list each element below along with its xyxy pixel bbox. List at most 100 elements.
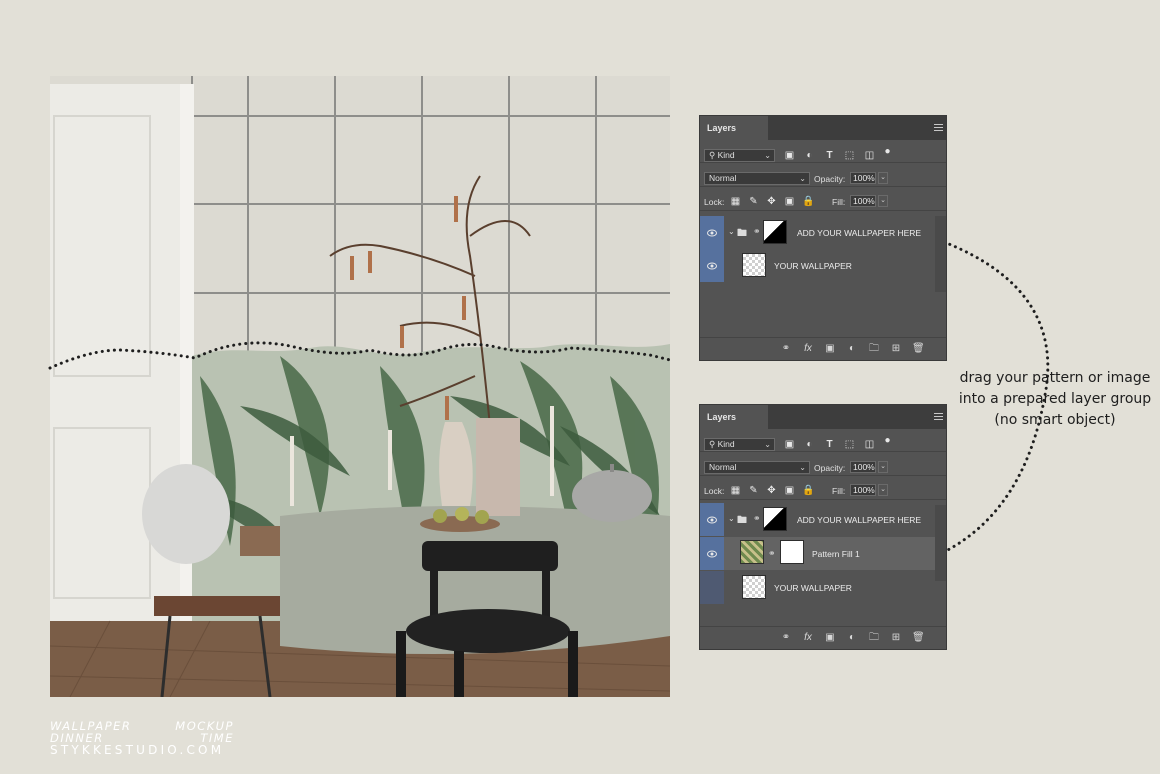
layer-row-wallpaper[interactable]: YOUR WALLPAPER <box>700 571 935 604</box>
new-layer-icon[interactable]: ⊞ <box>890 343 902 355</box>
chain-link-icon: ⚭ <box>753 513 761 523</box>
kind-value: Kind <box>717 150 735 160</box>
layer-row-group[interactable]: ⌄ 🖿 ⚭ ADD YOUR WALLPAPER HERE <box>700 216 935 249</box>
opacity-field[interactable]: 100% <box>850 461 876 473</box>
fill-field[interactable]: 100% <box>850 484 876 496</box>
visibility-toggle[interactable] <box>700 249 724 282</box>
eye-icon <box>707 229 717 236</box>
lock-all-icon[interactable]: 🔒 <box>802 196 814 207</box>
lock-label: Lock: <box>704 486 725 496</box>
layer-thumbnail <box>742 253 766 277</box>
fill-field[interactable]: 100% <box>850 195 876 207</box>
chain-link-icon: ⚭ <box>768 548 776 558</box>
mask-icon[interactable]: ▣ <box>824 343 836 355</box>
visibility-toggle[interactable] <box>700 571 724 604</box>
caption-line-1: drag your pattern or image <box>959 370 1151 386</box>
image-filter-icon[interactable]: ▣ <box>784 150 795 161</box>
adjustment-layer-icon[interactable]: ◐ <box>846 343 858 355</box>
shape-filter-icon[interactable]: ⬚ <box>844 150 855 161</box>
layer-row-group[interactable]: ⌄ 🖿 ⚭ ADD YOUR WALLPAPER HERE <box>700 503 935 536</box>
lock-pixels-icon[interactable]: ✎ <box>748 485 759 496</box>
delete-layer-icon[interactable]: 🗑 <box>912 632 925 644</box>
mask-thumbnail <box>780 540 804 564</box>
lock-position-icon[interactable]: ✥ <box>766 485 777 496</box>
layers-scrollbar[interactable] <box>935 216 946 292</box>
smart-object-filter-icon[interactable]: ◫ <box>864 439 875 450</box>
brand-footer: WALLPAPER MOCKUP DINNER TIME STYKKESTUDI… <box>50 720 234 756</box>
visibility-toggle[interactable] <box>700 537 724 570</box>
fx-icon[interactable]: fx <box>802 632 814 644</box>
tab-layers[interactable]: Layers <box>700 405 768 429</box>
lock-position-icon[interactable]: ✥ <box>766 196 777 207</box>
kind-value: Kind <box>717 439 735 449</box>
new-group-icon[interactable]: 🗀 <box>868 343 880 355</box>
adjustment-filter-icon[interactable]: ◐ <box>804 150 815 161</box>
layer-thumbnail <box>742 575 766 599</box>
filter-toggle-icon[interactable]: ● <box>882 146 893 157</box>
layer-row-pattern-fill[interactable]: ⚭ Pattern Fill 1 <box>700 537 935 570</box>
filter-row: ⚲ Kind ⌄ ▣ ◐ T ⬚ ◫ ● <box>700 140 946 163</box>
link-layers-icon[interactable]: ⚭ <box>780 343 792 355</box>
delete-layer-icon[interactable]: 🗑 <box>912 343 925 355</box>
panel-menu-icon[interactable] <box>934 124 943 133</box>
fx-icon[interactable]: fx <box>802 343 814 355</box>
adjustment-layer-icon[interactable]: ◐ <box>846 632 858 644</box>
lock-pixels-icon[interactable]: ✎ <box>748 196 759 207</box>
layer-name: Pattern Fill 1 <box>812 548 860 559</box>
lock-label: Lock: <box>704 197 725 207</box>
blend-mode-select[interactable]: Normal ⌄ <box>704 461 810 474</box>
lock-artboard-icon[interactable]: ▣ <box>784 196 795 207</box>
blend-mode-select[interactable]: Normal ⌄ <box>704 172 810 185</box>
layer-name: YOUR WALLPAPER <box>774 582 852 593</box>
eye-icon <box>707 550 717 557</box>
kind-select[interactable]: ⚲ Kind ⌄ <box>704 149 775 162</box>
filter-row: ⚲ Kind ⌄ ▣ ◐ T ⬚ ◫ ● <box>700 429 946 452</box>
layer-name: YOUR WALLPAPER <box>774 260 852 271</box>
group-mask-thumbnail <box>763 220 787 244</box>
blend-row: Normal ⌄ Opacity: 100% ⌄ <box>700 164 946 187</box>
visibility-toggle[interactable] <box>700 216 724 249</box>
panel-menu-icon[interactable] <box>934 413 943 422</box>
shape-filter-icon[interactable]: ⬚ <box>844 439 855 450</box>
chevron-down-icon: ⌄ <box>764 151 771 160</box>
blend-mode-value: Normal <box>709 173 737 183</box>
new-layer-icon[interactable]: ⊞ <box>890 632 902 644</box>
adjustment-filter-icon[interactable]: ◐ <box>804 439 815 450</box>
opacity-label: Opacity: <box>814 463 846 473</box>
panel-tabbar: Layers <box>700 116 946 140</box>
image-filter-icon[interactable]: ▣ <box>784 439 795 450</box>
type-filter-icon[interactable]: T <box>824 439 835 450</box>
expand-chevron-icon[interactable]: ⌄ <box>728 514 735 523</box>
type-filter-icon[interactable]: T <box>824 150 835 161</box>
visibility-toggle[interactable] <box>700 503 724 536</box>
fill-label: Fill: <box>832 486 846 496</box>
opacity-chevron-icon[interactable]: ⌄ <box>878 172 888 184</box>
blend-row: Normal ⌄ Opacity: 100% ⌄ <box>700 453 946 476</box>
filter-toggle-icon[interactable]: ● <box>882 435 893 446</box>
smart-object-filter-icon[interactable]: ◫ <box>864 150 875 161</box>
lock-transparent-icon[interactable]: ▦ <box>730 485 741 496</box>
tab-layers[interactable]: Layers <box>700 116 768 140</box>
lock-artboard-icon[interactable]: ▣ <box>784 485 795 496</box>
mask-icon[interactable]: ▣ <box>824 632 836 644</box>
blend-mode-value: Normal <box>709 462 737 472</box>
layers-panel-bottom: Layers ⚲ Kind ⌄ ▣ ◐ T ⬚ ◫ ● Normal ⌄ Opa… <box>700 405 946 649</box>
layers-scrollbar[interactable] <box>935 505 946 581</box>
fill-chevron-icon[interactable]: ⌄ <box>878 195 888 207</box>
opacity-field[interactable]: 100% <box>850 172 876 184</box>
caption-line-3: (no smart object) <box>994 412 1116 428</box>
lock-transparent-icon[interactable]: ▦ <box>730 196 741 207</box>
panel-bottom-toolbar: ⚭ fx ▣ ◐ 🗀 ⊞ 🗑 <box>700 626 946 649</box>
new-group-icon[interactable]: 🗀 <box>868 632 880 644</box>
opacity-chevron-icon[interactable]: ⌄ <box>878 461 888 473</box>
kind-select[interactable]: ⚲ Kind ⌄ <box>704 438 775 451</box>
link-layers-icon[interactable]: ⚭ <box>780 632 792 644</box>
layer-row-wallpaper[interactable]: YOUR WALLPAPER <box>700 249 935 282</box>
layer-name: ADD YOUR WALLPAPER HERE <box>797 227 922 238</box>
chevron-down-icon: ⌄ <box>764 440 771 449</box>
expand-chevron-icon[interactable]: ⌄ <box>728 227 735 236</box>
folder-icon: 🖿 <box>737 228 747 239</box>
chevron-down-icon: ⌄ <box>799 174 806 183</box>
fill-chevron-icon[interactable]: ⌄ <box>878 484 888 496</box>
lock-all-icon[interactable]: 🔒 <box>802 485 814 496</box>
